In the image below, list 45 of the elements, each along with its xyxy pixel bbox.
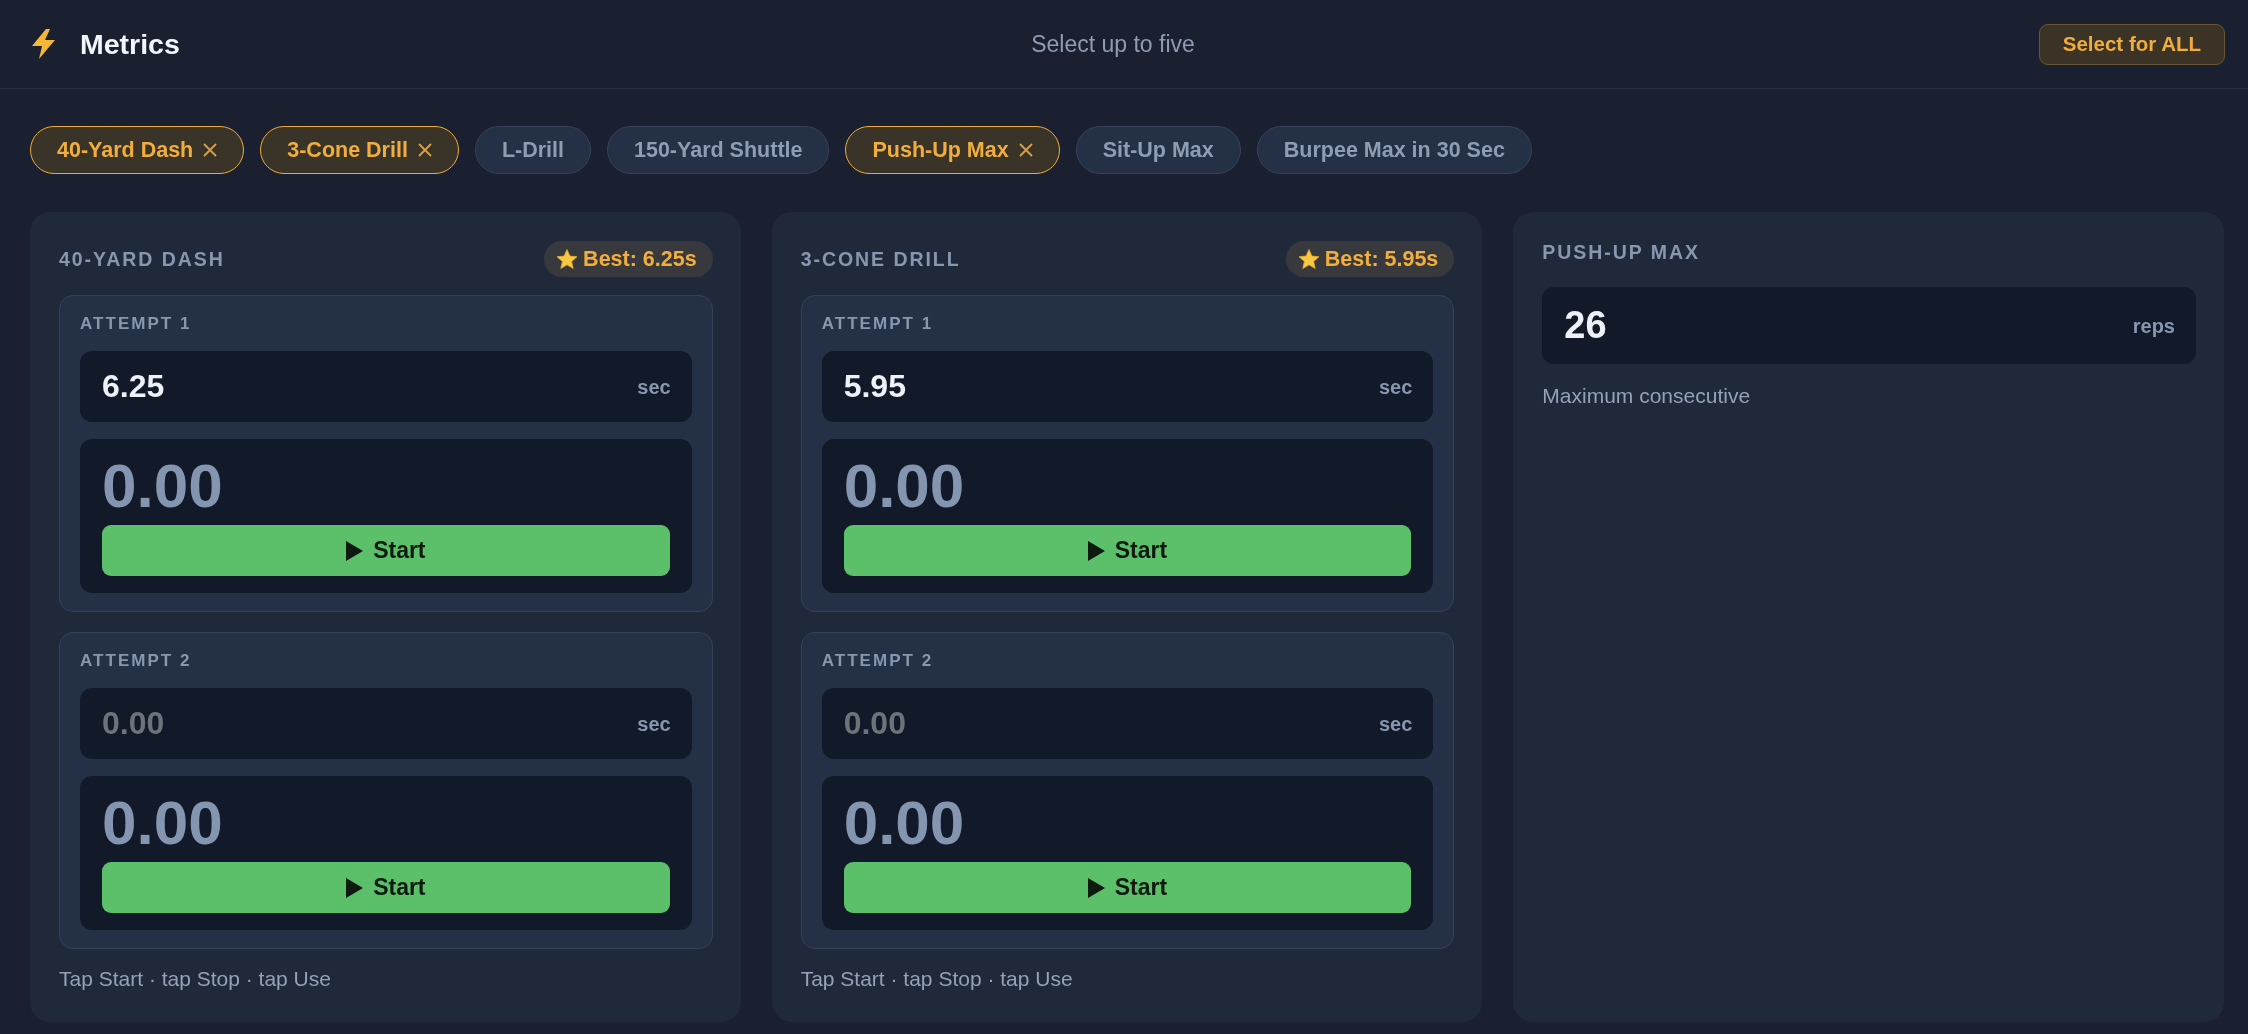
subtitle-text: Select up to five: [1031, 29, 1195, 59]
start-button[interactable]: Start: [102, 862, 670, 913]
close-icon[interactable]: [1018, 143, 1033, 157]
lightning-icon: [31, 29, 56, 59]
start-button[interactable]: Start: [843, 525, 1412, 576]
attempt-label: ATTEMPT 2: [821, 651, 934, 670]
timer-display: 0.00: [102, 452, 223, 520]
attempt-label: ATTEMPT 1: [821, 314, 934, 333]
metric-chip[interactable]: Burpee Max in 30 Sec: [1256, 126, 1532, 174]
play-icon: [1087, 540, 1105, 561]
hint-text: Tap Start · tap Stop · tap Use: [800, 967, 1074, 991]
page-title: Metrics: [80, 26, 180, 62]
card-title: 40-YARD DASH: [59, 248, 225, 270]
metric-chip[interactable]: 150-Yard Shuttle: [607, 126, 830, 174]
unit-label: sec: [637, 711, 671, 736]
hint-text: Maximum consecutive: [1542, 384, 1752, 408]
select-all-button[interactable]: Select for ALL: [2038, 23, 2225, 65]
metric-chip[interactable]: 40-Yard Dash: [30, 126, 245, 174]
star-icon: [1297, 248, 1320, 270]
unit-label: sec: [1378, 374, 1413, 399]
timer-display: 0.00: [843, 789, 965, 857]
close-icon[interactable]: [203, 143, 218, 157]
card-title: PUSH-UP MAX: [1542, 241, 1700, 263]
best-badge: Best: 5.95s: [1285, 241, 1455, 277]
timer-display: 0.00: [843, 452, 965, 520]
start-button[interactable]: Start: [843, 862, 1412, 913]
play-icon: [346, 540, 364, 561]
play-icon: [346, 877, 364, 898]
unit-label: sec: [1378, 711, 1413, 736]
metric-chip[interactable]: Push-Up Max: [845, 126, 1060, 174]
timer-display: 0.00: [102, 789, 223, 857]
start-button[interactable]: Start: [102, 525, 670, 576]
star-icon: [556, 248, 579, 270]
attempt-label: ATTEMPT 1: [80, 314, 192, 333]
attempt-label: ATTEMPT 2: [80, 651, 192, 670]
metric-chip[interactable]: L-Drill: [474, 126, 591, 174]
close-icon[interactable]: [417, 143, 432, 157]
play-icon: [1087, 877, 1105, 898]
best-badge: Best: 6.25s: [544, 241, 713, 277]
hint-text: Tap Start · tap Stop · tap Use: [59, 967, 332, 991]
metric-chip[interactable]: 3-Cone Drill: [260, 126, 459, 174]
unit-label: reps: [2132, 313, 2175, 338]
metric-chip[interactable]: Sit-Up Max: [1075, 126, 1241, 174]
card-title: 3-CONE DRILL: [800, 248, 961, 270]
unit-label: sec: [637, 374, 671, 399]
